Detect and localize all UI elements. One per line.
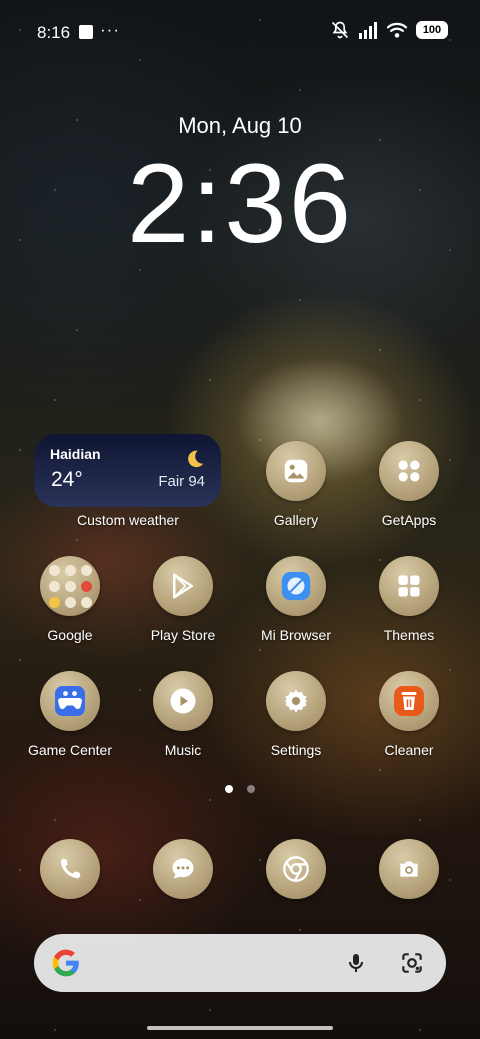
app-themes[interactable]: Themes (359, 556, 459, 643)
google-search-bar[interactable] (34, 934, 446, 992)
clock-time[interactable]: 2:36 (0, 148, 480, 260)
music-play-icon (153, 671, 213, 731)
crescent-moon-icon (188, 450, 204, 468)
app-google-folder[interactable]: Google (20, 556, 120, 643)
wifi-icon (386, 22, 408, 38)
getapps-icon (379, 441, 439, 501)
app-label: GetApps (381, 512, 437, 528)
microphone-icon[interactable] (338, 945, 374, 981)
app-label: Play Store (150, 627, 216, 643)
weather-condition: Fair 94 (158, 473, 205, 490)
trash-icon (379, 671, 439, 731)
game-controller-icon (40, 671, 100, 731)
app-label: Gallery (273, 512, 319, 528)
page-dot-active[interactable] (225, 785, 233, 793)
app-label: Themes (383, 627, 435, 643)
silent-bell-icon (331, 21, 349, 39)
gear-icon (266, 671, 326, 731)
app-label: Settings (270, 742, 322, 758)
app-game-center[interactable]: Game Center (20, 671, 120, 758)
dock-chrome[interactable] (246, 839, 346, 899)
gesture-navigation-handle[interactable] (147, 1026, 333, 1030)
dock-camera[interactable] (359, 839, 459, 899)
status-time: 8:16 (37, 23, 71, 42)
app-label: Mi Browser (260, 627, 331, 643)
app-cleaner[interactable]: Cleaner (359, 671, 459, 758)
play-store-icon (153, 556, 213, 616)
dock-phone[interactable] (20, 839, 120, 899)
battery-indicator: 100 (416, 21, 448, 39)
app-music[interactable]: Music (133, 671, 233, 758)
signal-icon (359, 22, 377, 39)
page-indicator (0, 785, 480, 793)
themes-icon (379, 556, 439, 616)
app-getapps[interactable]: GetApps (359, 441, 459, 528)
chat-bubble-icon (153, 839, 213, 899)
phone-icon (40, 839, 100, 899)
more-notifications-icon: ··· (100, 20, 120, 39)
weather-widget-label: Custom weather (77, 512, 179, 528)
app-label: Game Center (27, 742, 113, 758)
weather-temperature: 24° (51, 468, 83, 491)
page-dot[interactable] (247, 785, 255, 793)
date-label: Mon, Aug 10 (178, 113, 302, 138)
status-bar: 8:16 ··· 100 (0, 0, 480, 64)
app-label: Cleaner (384, 742, 434, 758)
browser-icon (266, 556, 326, 616)
google-logo-icon (52, 949, 79, 977)
screenshot-notification-icon (79, 25, 93, 39)
weather-widget[interactable]: Haidian 24° Fair 94 (34, 434, 221, 507)
chrome-icon (266, 839, 326, 899)
app-play-store[interactable]: Play Store (133, 556, 233, 643)
app-settings[interactable]: Settings (246, 671, 346, 758)
app-mi-browser[interactable]: Mi Browser (246, 556, 346, 643)
app-label: Music (164, 742, 202, 758)
folder-icon (40, 556, 100, 616)
app-label: Google (47, 627, 93, 643)
weather-city: Haidian (50, 446, 101, 462)
gallery-icon (266, 441, 326, 501)
app-gallery[interactable]: Gallery (246, 441, 346, 528)
dock-messages[interactable] (133, 839, 233, 899)
google-lens-icon[interactable] (394, 945, 430, 981)
camera-icon (379, 839, 439, 899)
